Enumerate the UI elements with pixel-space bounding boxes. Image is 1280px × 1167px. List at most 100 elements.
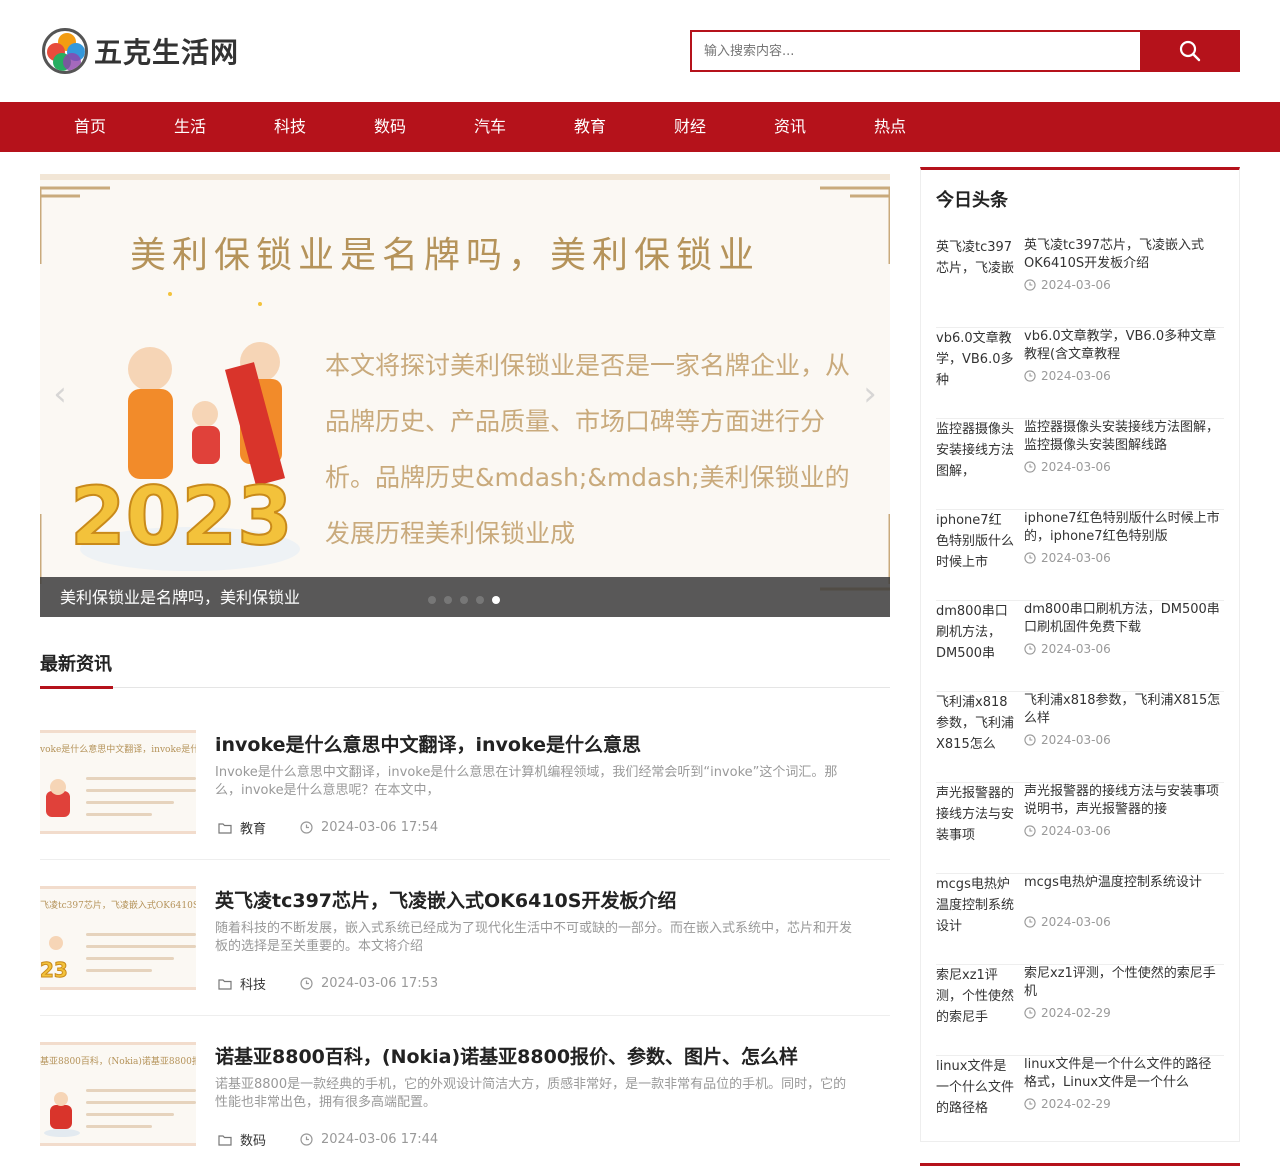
nav-item-auto[interactable]: 汽车 [440,102,540,152]
news-item: 飞凌tc397芯片，飞凌嵌入式OK6410S开发板介绍 23 英飞凌tc397芯… [40,886,890,1016]
clock-icon [1024,279,1036,291]
search-input[interactable] [690,30,1140,72]
headline-date: 2024-03-06 [1024,642,1111,656]
headline-item: mcgs电热炉温度控制系统设计 mcgs电热炉温度控制系统设计 2024-03-… [936,874,1224,965]
news-title[interactable]: 英飞凌tc397芯片，飞凌嵌入式OK6410S开发板介绍 [215,886,676,913]
slider-dot-active[interactable] [492,596,500,604]
news-meta: 科技 2024-03-06 17:53 [218,974,438,993]
news-thumbnail[interactable]: 飞凌tc397芯片，飞凌嵌入式OK6410S开发板介绍 23 [40,886,196,990]
main-nav: 首页 生活 科技 数码 汽车 教育 财经 资讯 热点 [0,102,1280,152]
news-title[interactable]: invoke是什么意思中文翻译，invoke是什么意思 [215,730,641,757]
headline-date-label: 2024-03-06 [1041,460,1111,474]
headline-title[interactable]: mcgs电热炉温度控制系统设计 [1024,874,1224,892]
headline-date-label: 2024-03-06 [1041,278,1111,292]
nav-item-digital[interactable]: 数码 [340,102,440,152]
slider-next-arrow[interactable]: › [858,374,882,414]
slide-body: 本文将探讨美利保锁业是否是一家名牌企业，从品牌历史、产品质量、市场口碑等方面进行… [325,351,851,548]
headline-title[interactable]: iphone7红色特别版什么时候上市的，iphone7红色特别版 [1024,510,1224,546]
flower-logo-icon [42,28,88,74]
search-button[interactable] [1140,30,1240,72]
headline-title[interactable]: 飞利浦x818参数，飞利浦X815怎么样 [1024,692,1224,728]
nav-item-news[interactable]: 资讯 [740,102,840,152]
headline-title[interactable]: dm800串口刷机方法，DM500串口刷机固件免费下载 [1024,601,1224,637]
news-date: 2024-03-06 17:53 [300,976,438,991]
thumbnail-illustration: 23 [40,936,68,983]
headline-item: 索尼xz1评测，个性使然的索尼手 索尼xz1评测，个性使然的索尼手机 2024-… [936,965,1224,1056]
news-thumbnail[interactable]: voke是什么意思中文翻译，invoke是什么意思 [40,730,196,834]
headline-title[interactable]: linux文件是一个什么文件的路径格式，Linux文件是一个什么 [1024,1056,1224,1092]
nav-item-hot[interactable]: 热点 [840,102,940,152]
headline-thumbnail[interactable]: iphone7红色特别版什么时候上市 [936,510,1014,572]
headline-date-label: 2024-03-06 [1041,369,1111,383]
clock-icon [300,977,313,990]
headline-thumbnail[interactable]: 声光报警器的接线方法与安装事项 [936,783,1014,845]
nav-item-home[interactable]: 首页 [40,102,140,152]
headline-item: dm800串口刷机方法，DM500串 dm800串口刷机方法，DM500串口刷机… [936,601,1224,692]
headline-date-label: 2024-03-06 [1041,915,1111,929]
headline-thumbnail[interactable]: mcgs电热炉温度控制系统设计 [936,874,1014,936]
site-header: 五克生活网 [0,0,1280,102]
headline-thumbnail[interactable]: 索尼xz1评测，个性使然的索尼手 [936,965,1014,1027]
thumbnail-illustration [46,779,70,817]
section-divider [40,687,890,688]
slider-prev-arrow[interactable]: ‹ [48,374,72,414]
news-meta: 数码 2024-03-06 17:44 [218,1130,438,1149]
headline-title[interactable]: 英飞凌tc397芯片，飞凌嵌入式OK6410S开发板介绍 [1024,237,1224,273]
news-title[interactable]: 诺基亚8800百科，(Nokia)诺基亚8800报价、参数、图片、怎么样 [215,1042,798,1069]
slide-caption[interactable]: 美利保锁业是名牌吗，美利保锁业 [60,577,300,617]
slider-dot[interactable] [460,596,468,604]
sidebar-heading: 今日头条 [936,190,1008,211]
slider-dot[interactable] [444,596,452,604]
news-category-label: 科技 [240,978,267,993]
headline-thumbnail[interactable]: linux文件是一个什么文件的路径格 [936,1056,1014,1118]
slider-dots [428,596,500,604]
nav-item-life[interactable]: 生活 [140,102,240,152]
nav-item-education[interactable]: 教育 [540,102,640,152]
news-date: 2024-03-06 17:54 [300,820,438,835]
slider-dot[interactable] [428,596,436,604]
featured-slider[interactable]: 2023 美利保锁业是名牌吗，美利保锁业 本文将探讨美利保锁业是否是一家名牌企业… [40,174,890,617]
headline-thumbnail[interactable]: 监控器摄像头安装接线方法图解， [936,419,1014,481]
headline-date: 2024-03-06 [1024,551,1111,565]
clock-icon [1024,916,1036,928]
headline-thumbnail[interactable]: 英飞凌tc397芯片，飞凌嵌 [936,237,1014,299]
clock-icon [1024,1098,1036,1110]
news-category[interactable]: 科技 [218,974,266,993]
latest-news-heading: 最新资讯 [40,654,112,675]
headline-thumbnail[interactable]: 飞利浦x818参数，飞利浦X815怎么 [936,692,1014,754]
site-logo[interactable]: 五克生活网 [42,28,239,74]
nav-item-finance[interactable]: 财经 [640,102,740,152]
news-excerpt: 诺基亚8800是一款经典的手机，它的外观设计简洁大方，质感非常好，是一款非常有品… [215,1077,847,1110]
headline-date: 2024-03-06 [1024,460,1111,474]
headline-date: 2024-03-06 [1024,369,1111,383]
slide-caption-bar: 美利保锁业是名牌吗，美利保锁业 [40,577,890,617]
nav-item-tech[interactable]: 科技 [240,102,340,152]
news-category[interactable]: 数码 [218,1130,266,1149]
clock-icon [1024,461,1036,473]
headline-title[interactable]: 索尼xz1评测，个性使然的索尼手机 [1024,965,1224,1001]
headline-item: 监控器摄像头安装接线方法图解， 监控器摄像头安装接线方法图解，监控摄像头安装图解… [936,419,1224,510]
site-name: 五克生活网 [94,36,240,69]
news-date-label: 2024-03-06 17:54 [321,820,439,835]
news-divider [40,859,890,860]
search-bar [690,30,1240,72]
news-item: 基亚8800百科，(Nokia)诺基亚8800报价、参数、图片、怎么样 诺基亚8… [40,1042,890,1167]
headlines-sidebar: 今日头条 英飞凌tc397芯片，飞凌嵌 英飞凌tc397芯片，飞凌嵌入式OK64… [920,167,1240,1142]
slider-dot[interactable] [476,596,484,604]
news-thumbnail[interactable]: 基亚8800百科，(Nokia)诺基亚8800报价、参数、图片、怎么样 [40,1042,196,1146]
thumbnail-title: 飞凌tc397芯片，飞凌嵌入式OK6410S开发板介绍 [40,901,196,911]
headline-item: 声光报警器的接线方法与安装事项 声光报警器的接线方法与安装事项说明书，声光报警器… [936,783,1224,874]
headline-title[interactable]: vb6.0文章教学，VB6.0多种文章教程(含文章教程 [1024,328,1224,364]
headline-thumbnail[interactable]: vb6.0文章教学，VB6.0多种 [936,328,1014,390]
news-category[interactable]: 教育 [218,818,266,837]
folder-icon [218,822,232,834]
clock-icon [1024,825,1036,837]
headline-title[interactable]: 声光报警器的接线方法与安装事项说明书，声光报警器的接 [1024,783,1224,819]
headline-thumbnail[interactable]: dm800串口刷机方法，DM500串 [936,601,1014,663]
thumbnail-title: voke是什么意思中文翻译，invoke是什么意思 [40,745,196,755]
headline-title[interactable]: 监控器摄像头安装接线方法图解，监控摄像头安装图解线路 [1024,419,1224,455]
search-icon [1179,40,1201,62]
clock-icon [1024,1007,1036,1019]
clock-icon [1024,734,1036,746]
headline-date: 2024-03-06 [1024,824,1111,838]
